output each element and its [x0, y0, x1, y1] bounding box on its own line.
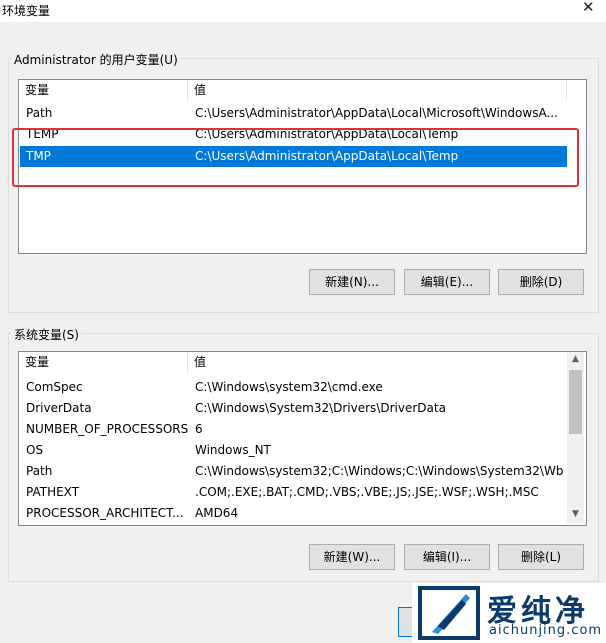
scrollbar-thumb[interactable]	[569, 370, 582, 434]
table-row[interactable]: Path C:\Users\Administrator\AppData\Loca…	[20, 103, 567, 124]
var-name: Path	[26, 106, 53, 120]
var-value: AMD64	[195, 506, 239, 520]
table-row[interactable]: PROCESSOR_ARCHITECT... AMD64	[20, 503, 567, 524]
var-value: C:\Users\Administrator\AppData\Local\Mic…	[195, 106, 558, 120]
column-header-value[interactable]: 值	[188, 80, 566, 101]
var-value: 6	[195, 422, 203, 436]
watermark-url: aichunjing.com	[489, 623, 603, 638]
table-row[interactable]: DriverData C:\Windows\System32\Drivers\D…	[20, 398, 567, 419]
var-name: OS	[26, 443, 44, 457]
column-header-variable[interactable]: 变量	[19, 352, 187, 373]
var-name: PROCESSOR_ARCHITECT...	[26, 506, 184, 520]
user-new-button[interactable]: 新建(N)...	[309, 269, 395, 295]
user-vars-header: 变量 值	[19, 80, 586, 101]
system-new-button[interactable]: 新建(W)...	[309, 544, 395, 570]
table-row[interactable]: OS Windows_NT	[20, 440, 567, 461]
system-vars-group-label: 系统变量(S)	[11, 326, 82, 343]
logo-icon	[418, 586, 480, 640]
var-name: NUMBER_OF_PROCESSORS	[26, 422, 188, 436]
window-title: 环境变量	[2, 4, 51, 18]
table-row[interactable]: Path C:\Windows\system32;C:\Windows;C:\W…	[20, 461, 567, 482]
table-row[interactable]: PATHEXT .COM;.EXE;.BAT;.CMD;.VBS;.VBE;.J…	[20, 482, 567, 503]
user-delete-button[interactable]: 删除(D)	[498, 269, 584, 295]
scroll-down-icon[interactable]: ▼	[567, 509, 584, 519]
column-header-value[interactable]: 值	[188, 352, 558, 373]
var-name: DriverData	[26, 401, 92, 415]
system-vars-list[interactable]: 变量 值 ComSpec C:\Windows\system32\cmd.exe…	[18, 351, 587, 526]
highlight-box	[12, 128, 579, 187]
var-value: Windows_NT	[195, 443, 271, 457]
title-bar	[0, 0, 606, 22]
user-edit-button[interactable]: 编辑(E)...	[404, 269, 490, 295]
user-vars-group-label: Administrator 的用户变量(U)	[11, 51, 181, 68]
scroll-up-icon[interactable]: ▲	[567, 354, 584, 364]
var-value: C:\Windows\System32\Drivers\DriverData	[195, 401, 446, 415]
var-name: Path	[26, 464, 53, 478]
header-divider[interactable]	[566, 80, 567, 101]
table-row[interactable]: ComSpec C:\Windows\system32\cmd.exe	[20, 377, 567, 398]
var-value: .COM;.EXE;.BAT;.CMD;.VBS;.VBE;.JS;.JSE;.…	[195, 485, 539, 499]
var-value: C:\Windows\system32\cmd.exe	[195, 380, 383, 394]
table-row[interactable]: NUMBER_OF_PROCESSORS 6	[20, 419, 567, 440]
column-header-variable[interactable]: 变量	[19, 80, 187, 101]
var-name: ComSpec	[26, 380, 83, 394]
system-delete-button[interactable]: 删除(L)	[498, 544, 584, 570]
var-name: PATHEXT	[26, 485, 80, 499]
system-vars-header: 变量 值	[19, 352, 569, 373]
var-value: C:\Windows\system32;C:\Windows;C:\Window…	[195, 464, 563, 478]
system-edit-button[interactable]: 编辑(I)...	[404, 544, 490, 570]
close-icon[interactable]: ✕	[582, 0, 595, 16]
vertical-scrollbar[interactable]: ▲ ▼	[567, 352, 584, 523]
